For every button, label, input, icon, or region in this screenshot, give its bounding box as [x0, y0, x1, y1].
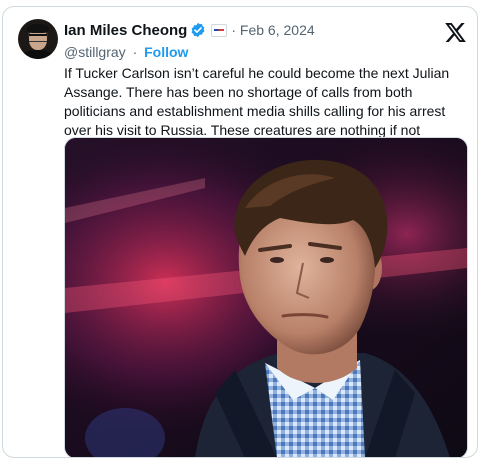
x-logo-icon[interactable] — [445, 23, 466, 42]
tweet-card[interactable]: Ian Miles Cheong · Feb 6, 2024 @stillgra… — [2, 6, 478, 458]
verified-badge-icon[interactable] — [190, 22, 206, 38]
follow-button[interactable]: Follow — [144, 44, 188, 60]
author-row: Ian Miles Cheong · Feb 6, 2024 — [64, 20, 315, 40]
handle-row: @stillgray · Follow — [64, 44, 188, 60]
author-avatar[interactable] — [18, 19, 58, 59]
avatar-shirt — [22, 50, 54, 59]
tweet-date[interactable]: · Feb 6, 2024 — [231, 22, 314, 38]
handle-separator: · — [132, 44, 138, 60]
flag-icon — [211, 23, 228, 37]
avatar-glasses — [29, 34, 47, 42]
avatar-hair — [27, 24, 49, 33]
tweet-photo[interactable] — [64, 137, 468, 457]
author-name[interactable]: Ian Miles Cheong — [64, 22, 187, 39]
date-label: Feb 6, 2024 — [239, 22, 315, 38]
date-separator: · — [231, 22, 237, 38]
photo-image — [65, 138, 467, 457]
author-handle[interactable]: @stillgray — [64, 44, 126, 60]
